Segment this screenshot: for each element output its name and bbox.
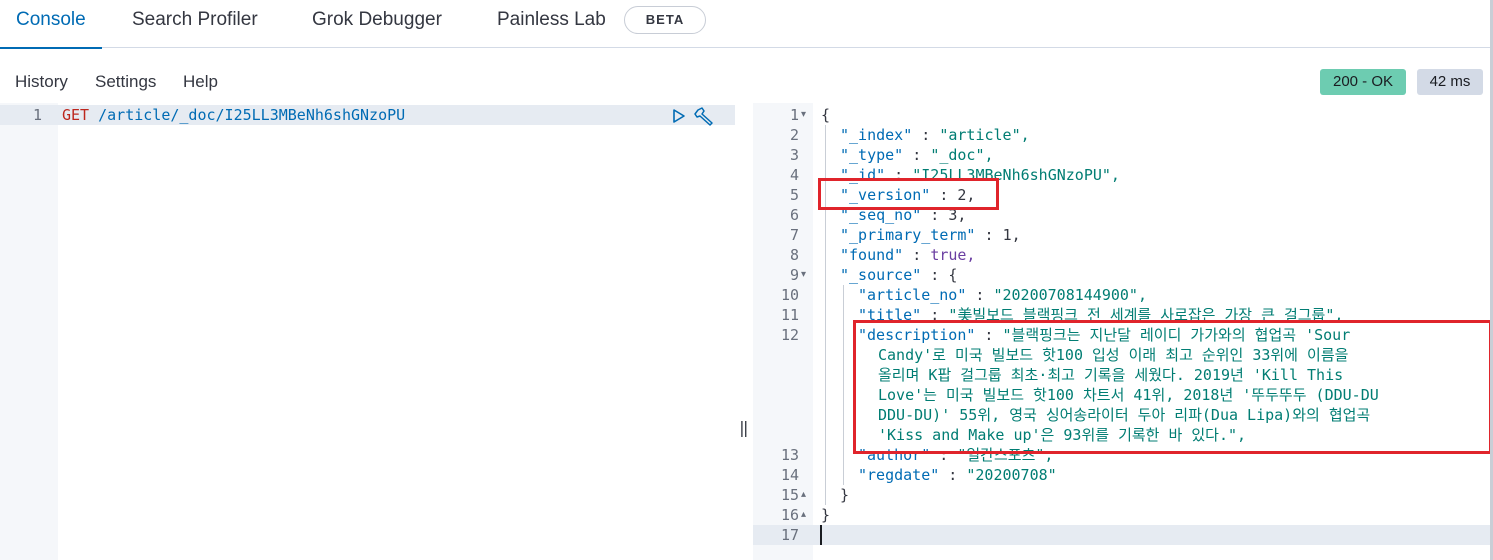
beta-badge: BETA [624, 6, 706, 34]
request-time-badge: 42 ms [1417, 69, 1483, 95]
json-line: "_type" : "_doc", [840, 146, 994, 164]
json-line: "_primary_term" : 1, [840, 226, 1021, 244]
line-number: 3 [789, 146, 799, 164]
line-number: 16 [780, 506, 799, 524]
description-highlight-box [853, 320, 1492, 454]
tab-grok-debugger[interactable]: Grok Debugger [312, 0, 442, 48]
line-number: 6 [789, 206, 799, 224]
request-editor-line[interactable]: GET /article/_doc/I25LL3MBeNh6shGNzoPU [62, 105, 405, 125]
line-number: 14 [780, 466, 799, 484]
line-number: 5 [789, 186, 799, 204]
history-menu[interactable]: History [15, 70, 68, 94]
wrench-icon[interactable] [694, 106, 716, 126]
line-number: 1 [789, 106, 799, 124]
line-number: 11 [780, 306, 799, 324]
status-badge: 200 - OK [1320, 69, 1406, 95]
json-line: "found" : true, [840, 246, 976, 264]
json-line: { [821, 106, 831, 124]
fold-toggle-icon[interactable]: ▾ [801, 265, 813, 285]
json-line: "_source" : { [840, 266, 958, 284]
indent-guide [843, 285, 844, 485]
app-tabs: Console Search Profiler Grok Debugger Pa… [0, 0, 1493, 49]
line-number: 7 [789, 226, 799, 244]
tab-search-profiler[interactable]: Search Profiler [132, 0, 258, 48]
json-line: "article_no" : "20200708144900", [858, 286, 1147, 304]
text-cursor [820, 525, 822, 545]
line-number: 13 [780, 446, 799, 464]
fold-end-icon[interactable]: ▴ [801, 485, 813, 505]
resizer-grip-icon[interactable]: ‖ [739, 419, 749, 437]
help-menu[interactable]: Help [183, 70, 218, 94]
response-active-line [753, 525, 1493, 545]
request-method: GET [62, 106, 90, 124]
line-number: 2 [789, 126, 799, 144]
settings-menu[interactable]: Settings [95, 70, 156, 94]
tab-painless-lab[interactable]: Painless Lab [497, 0, 606, 48]
fold-end-icon[interactable]: ▴ [801, 505, 813, 525]
version-highlight-box [818, 178, 999, 210]
request-line-number: 1 [32, 106, 42, 124]
json-line: "_index" : "article", [840, 126, 1030, 144]
line-number: 15 [780, 486, 799, 504]
request-gutter [0, 103, 58, 560]
line-number: 9 [789, 266, 799, 284]
tab-console[interactable]: Console [0, 0, 102, 49]
json-line: } [821, 506, 831, 524]
line-number: 10 [780, 286, 799, 304]
request-path: /article/_doc/I25LL3MBeNh6shGNzoPU [98, 106, 406, 124]
line-number: 17 [780, 526, 799, 544]
panel-resizer[interactable] [737, 103, 751, 560]
json-line: } [840, 486, 850, 504]
line-number: 12 [780, 326, 799, 344]
json-line: "regdate" : "20200708" [858, 466, 1057, 484]
line-number: 4 [789, 166, 799, 184]
play-icon[interactable] [671, 108, 687, 124]
fold-toggle-icon[interactable]: ▾ [801, 105, 813, 125]
line-number: 8 [789, 246, 799, 264]
